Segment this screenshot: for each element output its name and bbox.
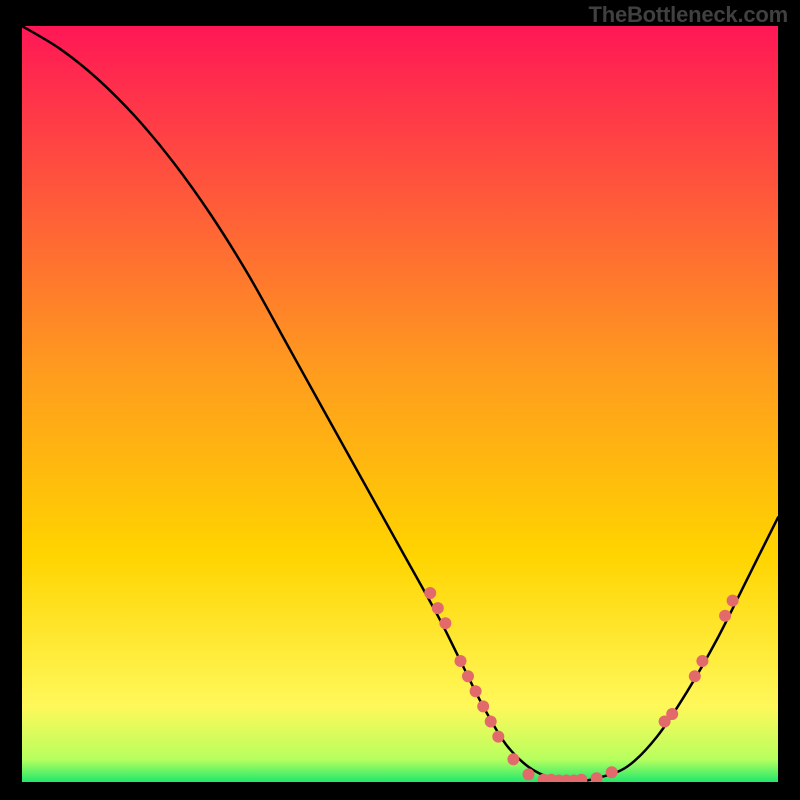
- curve-marker: [477, 700, 489, 712]
- curve-marker: [719, 610, 731, 622]
- curve-marker: [523, 768, 535, 780]
- curve-marker: [455, 655, 467, 667]
- curve-marker: [424, 587, 436, 599]
- chart-frame: TheBottleneck.com: [0, 0, 800, 800]
- bottleneck-chart: [22, 26, 778, 782]
- watermark-text: TheBottleneck.com: [588, 2, 788, 28]
- curve-marker: [432, 602, 444, 614]
- curve-marker: [492, 731, 504, 743]
- gradient-background: [22, 26, 778, 782]
- curve-marker: [485, 716, 497, 728]
- curve-marker: [470, 685, 482, 697]
- curve-marker: [696, 655, 708, 667]
- curve-marker: [439, 617, 451, 629]
- curve-marker: [462, 670, 474, 682]
- curve-marker: [606, 766, 618, 778]
- curve-marker: [507, 753, 519, 765]
- curve-marker: [689, 670, 701, 682]
- curve-marker: [727, 595, 739, 607]
- plot-area: [22, 26, 778, 782]
- curve-marker: [666, 708, 678, 720]
